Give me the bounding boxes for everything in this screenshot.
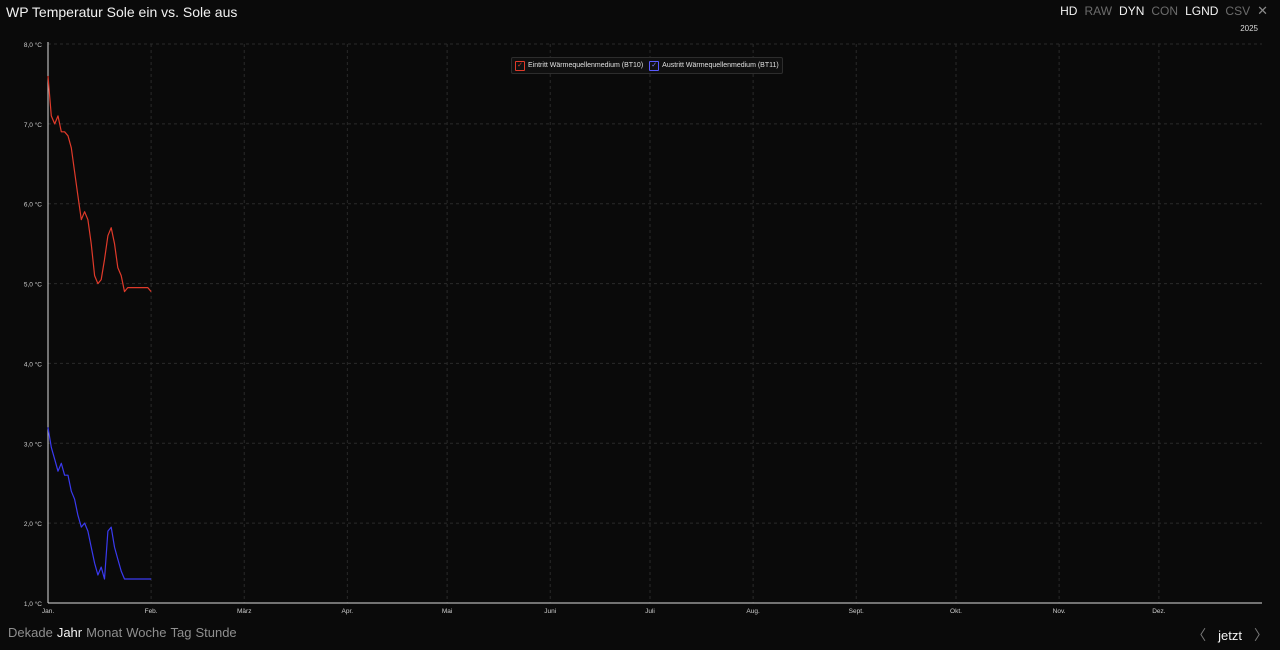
chevron-right-icon[interactable]: 〉 xyxy=(1254,625,1268,645)
now-button[interactable]: jetzt xyxy=(1218,628,1242,643)
legend-item-bt11[interactable]: ✓ Austritt Wärmequellenmedium (BT11) xyxy=(649,60,779,71)
tab-dekade[interactable]: Dekade xyxy=(8,625,53,640)
x-tick-label: Juli xyxy=(645,608,655,615)
y-tick-label: 1,0 °C xyxy=(24,600,42,608)
series-line-bt11 xyxy=(47,427,152,580)
chevron-left-icon[interactable]: 〈 xyxy=(1192,625,1206,645)
y-tick-label: 2,0 °C xyxy=(24,520,42,528)
tab-jahr[interactable]: Jahr xyxy=(57,625,82,640)
x-tick-label: Aug. xyxy=(746,608,760,615)
tab-tag[interactable]: Tag xyxy=(170,625,191,640)
x-tick-label: Jan. xyxy=(42,608,54,615)
x-tick-label: Dez. xyxy=(1152,608,1166,615)
x-tick-label: Sept. xyxy=(849,608,864,615)
legend-label-bt10: Eintritt Wärmequellenmedium (BT10) xyxy=(528,62,644,69)
legend-checkbox-bt11[interactable]: ✓ xyxy=(649,60,660,71)
x-tick-label: Mai xyxy=(442,608,452,615)
legend-item-bt10[interactable]: ✓ Eintritt Wärmequellenmedium (BT10) xyxy=(515,60,644,71)
y-tick-label: 8,0 °C xyxy=(24,41,42,49)
tab-woche[interactable]: Woche xyxy=(126,625,166,640)
tab-monat[interactable]: Monat xyxy=(86,625,122,640)
y-tick-label: 3,0 °C xyxy=(24,440,42,448)
x-tick-label: Okt. xyxy=(950,608,962,615)
time-navigation: 〈 jetzt 〉 xyxy=(1192,625,1268,645)
x-tick-label: Nov. xyxy=(1053,608,1066,615)
chart-legend: ✓ Eintritt Wärmequellenmedium (BT10) ✓ A… xyxy=(511,57,783,74)
range-tabs: Dekade Jahr Monat Woche Tag Stunde xyxy=(8,625,237,640)
line-chart: 1,0 °C 2,0 °C 3,0 °C 4,0 °C 5,0 °C 6,0 °C 7,0 … xyxy=(24,41,1262,615)
legend-checkbox-bt10[interactable]: ✓ xyxy=(515,60,525,71)
y-tick-label: 5,0 °C xyxy=(24,281,42,289)
x-tick-label: Feb. xyxy=(145,608,158,615)
x-tick-label: März xyxy=(237,608,251,615)
y-tick-label: 4,0 °C xyxy=(24,360,42,368)
legend-label-bt11: Austritt Wärmequellenmedium (BT11) xyxy=(662,62,779,69)
y-tick-label: 7,0 °C xyxy=(24,121,42,129)
tab-stunde[interactable]: Stunde xyxy=(195,625,236,640)
x-tick-label: Apr. xyxy=(342,608,354,615)
x-tick-label: Juni xyxy=(544,608,556,615)
y-tick-label: 6,0 °C xyxy=(24,201,42,209)
series-line-bt10 xyxy=(47,75,152,293)
